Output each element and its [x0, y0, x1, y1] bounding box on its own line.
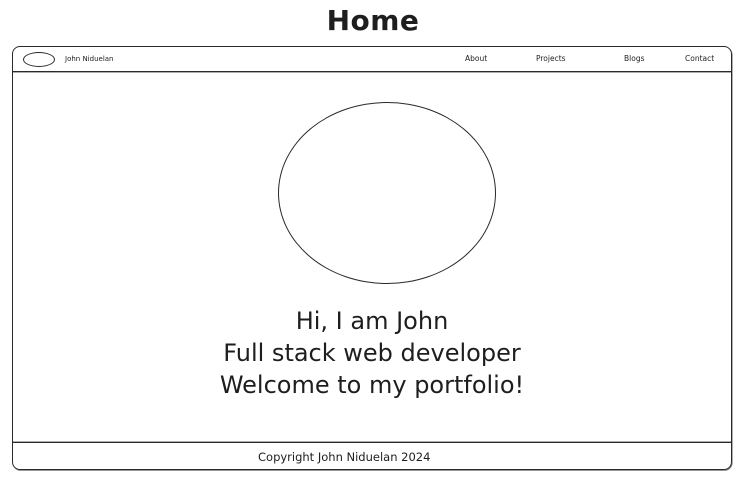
hero-welcome: Welcome to my portfolio!: [219, 371, 525, 399]
navbar: John Niduelan About Projects Blogs Conta…: [13, 47, 731, 72]
nav-link-contact[interactable]: Contact: [685, 54, 714, 64]
hero-role: Full stack web developer: [223, 339, 521, 367]
footer-copyright: Copyright John Niduelan 2024: [258, 450, 431, 464]
brand-name[interactable]: John Niduelan: [65, 54, 113, 64]
browser-frame: John Niduelan About Projects Blogs Conta…: [12, 46, 732, 470]
logo-ellipse-icon[interactable]: [23, 52, 55, 67]
hero-section: Hi, I am John Full stack web developer W…: [13, 305, 731, 401]
hero-greeting: Hi, I am John: [295, 307, 449, 335]
page-title: Home: [326, 4, 420, 37]
profile-avatar-placeholder: [278, 102, 496, 284]
nav-link-projects[interactable]: Projects: [536, 54, 566, 64]
nav-link-blogs[interactable]: Blogs: [624, 54, 645, 64]
nav-link-about[interactable]: About: [465, 54, 487, 64]
footer: Copyright John Niduelan 2024: [13, 442, 731, 469]
